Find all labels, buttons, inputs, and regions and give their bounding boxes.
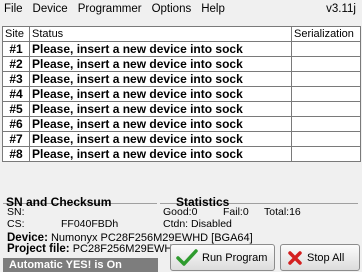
menu-programmer[interactable]: Programmer: [73, 0, 147, 18]
good-count: Good:0: [163, 206, 198, 218]
table-row[interactable]: #3 Please, insert a new device into sock: [2, 70, 361, 87]
table-row[interactable]: #4 Please, insert a new device into sock: [2, 85, 361, 102]
automatic-yes-status: Automatic YES! is On: [3, 258, 158, 272]
run-program-label: Run Program: [202, 251, 268, 264]
total-count: Total:16: [264, 206, 301, 218]
menu-help[interactable]: Help: [196, 0, 230, 18]
site-number: #4: [2, 85, 30, 102]
sn-label: SN:: [7, 206, 25, 218]
menu-file[interactable]: File: [0, 0, 28, 18]
site-status: Please, insert a new device into sock: [29, 70, 292, 87]
site-status: Please, insert a new device into sock: [29, 40, 292, 57]
site-serialization: [291, 55, 361, 72]
site-number: #5: [2, 100, 30, 117]
site-status: Please, insert a new device into sock: [29, 130, 292, 147]
countdown-status: Ctdn: Disabled: [163, 218, 232, 230]
column-header-status[interactable]: Status: [29, 26, 292, 42]
table-row[interactable]: #7 Please, insert a new device into sock: [2, 130, 361, 147]
site-number: #6: [2, 115, 30, 132]
site-serialization: [291, 130, 361, 147]
site-number: #1: [2, 40, 30, 57]
table-row[interactable]: #8 Please, insert a new device into sock: [2, 145, 361, 162]
site-table: Site Status Serialization #1 Please, ins…: [2, 26, 361, 162]
version-label: v3.11j: [326, 3, 356, 15]
site-serialization: [291, 100, 361, 117]
cs-value: FF040FBDh: [61, 218, 119, 230]
menu-bar: File Device Programmer Options Help: [0, 0, 362, 18]
stop-all-label: Stop All: [307, 251, 345, 264]
site-serialization: [291, 145, 361, 162]
column-header-site[interactable]: Site: [2, 26, 30, 42]
site-serialization: [291, 40, 361, 57]
check-icon: [176, 248, 198, 266]
table-row[interactable]: #2 Please, insert a new device into sock: [2, 55, 361, 72]
site-status: Please, insert a new device into sock: [29, 55, 292, 72]
stop-x-icon: [288, 250, 302, 265]
site-status: Please, insert a new device into sock: [29, 100, 292, 117]
table-row[interactable]: #6 Please, insert a new device into sock: [2, 115, 361, 132]
table-row[interactable]: #1 Please, insert a new device into sock: [2, 40, 361, 57]
site-number: #8: [2, 145, 30, 162]
cs-label: CS:: [7, 218, 25, 230]
column-header-serialization[interactable]: Serialization: [291, 26, 361, 42]
run-program-button[interactable]: Run Program: [170, 244, 275, 271]
site-number: #2: [2, 55, 30, 72]
menu-device[interactable]: Device: [28, 0, 73, 18]
site-serialization: [291, 85, 361, 102]
site-status: Please, insert a new device into sock: [29, 115, 292, 132]
site-number: #7: [2, 130, 30, 147]
site-status: Please, insert a new device into sock: [29, 85, 292, 102]
menu-options[interactable]: Options: [147, 0, 197, 18]
site-serialization: [291, 70, 361, 87]
table-header-row: Site Status Serialization: [2, 26, 361, 42]
stop-all-button[interactable]: Stop All: [280, 244, 360, 271]
site-serialization: [291, 115, 361, 132]
site-number: #3: [2, 70, 30, 87]
fail-count: Fail:0: [223, 206, 249, 218]
site-status: Please, insert a new device into sock: [29, 145, 292, 162]
table-row[interactable]: #5 Please, insert a new device into sock: [2, 100, 361, 117]
project-label: Project file:: [7, 243, 70, 255]
